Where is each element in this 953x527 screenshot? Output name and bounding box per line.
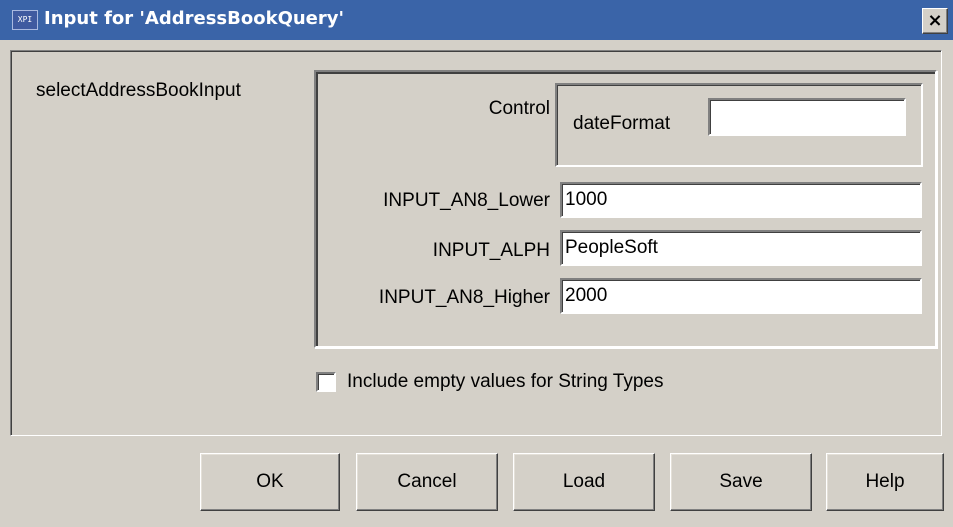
date-format-label: dateFormat [573, 113, 671, 134]
control-label: Control [488, 98, 550, 119]
cancel-button[interactable]: Cancel [356, 453, 498, 511]
input-an8-higher-label: INPUT_AN8_Higher [378, 287, 550, 308]
include-empty-checkbox[interactable] [316, 372, 336, 392]
help-button[interactable]: Help [826, 453, 944, 511]
load-button[interactable]: Load [513, 453, 655, 511]
ok-button[interactable]: OK [200, 453, 340, 511]
save-button[interactable]: Save [670, 453, 812, 511]
input-an8-higher-field[interactable] [560, 278, 922, 314]
xpi-app-icon: XPI [12, 10, 38, 30]
close-button[interactable]: × [922, 8, 948, 34]
window-title: Input for 'AddressBookQuery' [44, 8, 345, 29]
date-format-field[interactable] [708, 98, 906, 136]
parameter-label: selectAddressBookInput [36, 80, 241, 101]
title-bar: XPI Input for 'AddressBookQuery' × [0, 0, 953, 40]
include-empty-label: Include empty values for String Types [347, 371, 664, 392]
input-an8-lower-label: INPUT_AN8_Lower [383, 190, 550, 211]
input-alph-field[interactable] [560, 230, 922, 266]
input-an8-lower-field[interactable] [560, 182, 922, 218]
input-alph-label: INPUT_ALPH [432, 240, 550, 261]
